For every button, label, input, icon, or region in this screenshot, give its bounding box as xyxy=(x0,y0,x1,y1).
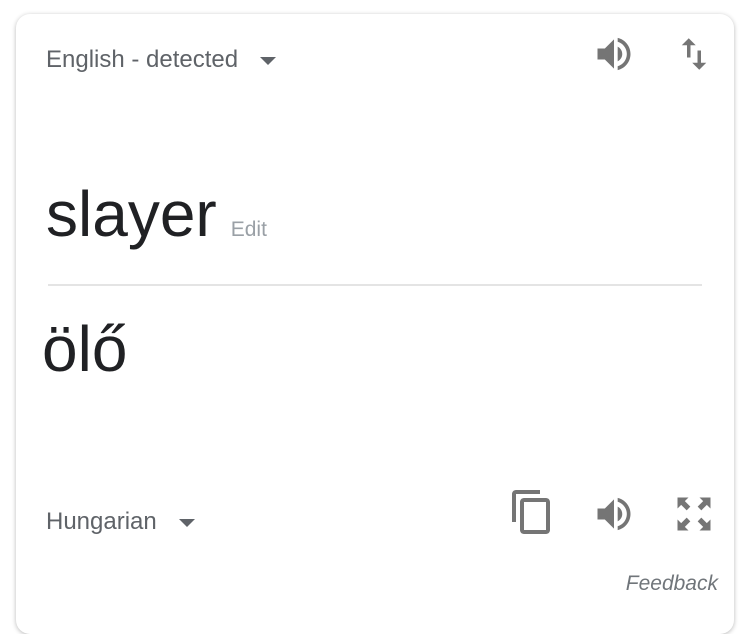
swap-languages-button[interactable] xyxy=(670,30,718,78)
source-language-dropdown[interactable]: English - detected xyxy=(46,46,277,74)
translated-text: ölő xyxy=(42,313,128,385)
target-language-label: Hungarian xyxy=(46,508,157,535)
source-language-label: English - detected xyxy=(46,46,239,73)
source-text-area[interactable]: slayer Edit xyxy=(46,182,267,246)
divider xyxy=(48,284,702,286)
translate-card: English - detected slayer Edit ölő Hunga… xyxy=(16,14,734,634)
source-listen-button[interactable] xyxy=(590,30,638,78)
feedback-link[interactable]: Feedback xyxy=(626,572,718,596)
copy-translation-button[interactable] xyxy=(508,488,556,536)
fullscreen-button[interactable] xyxy=(670,490,718,538)
speaker-icon xyxy=(597,497,631,531)
caret-down-icon xyxy=(260,57,277,65)
target-language-dropdown[interactable]: Hungarian xyxy=(46,508,195,536)
target-listen-button[interactable] xyxy=(590,490,638,538)
edit-link[interactable]: Edit xyxy=(231,218,267,242)
copy-icon xyxy=(512,490,550,534)
swap-languages-icon xyxy=(681,38,707,70)
fullscreen-icon xyxy=(677,497,711,531)
speaker-icon xyxy=(597,37,631,71)
caret-down-icon xyxy=(178,519,195,527)
source-text: slayer xyxy=(46,178,217,250)
